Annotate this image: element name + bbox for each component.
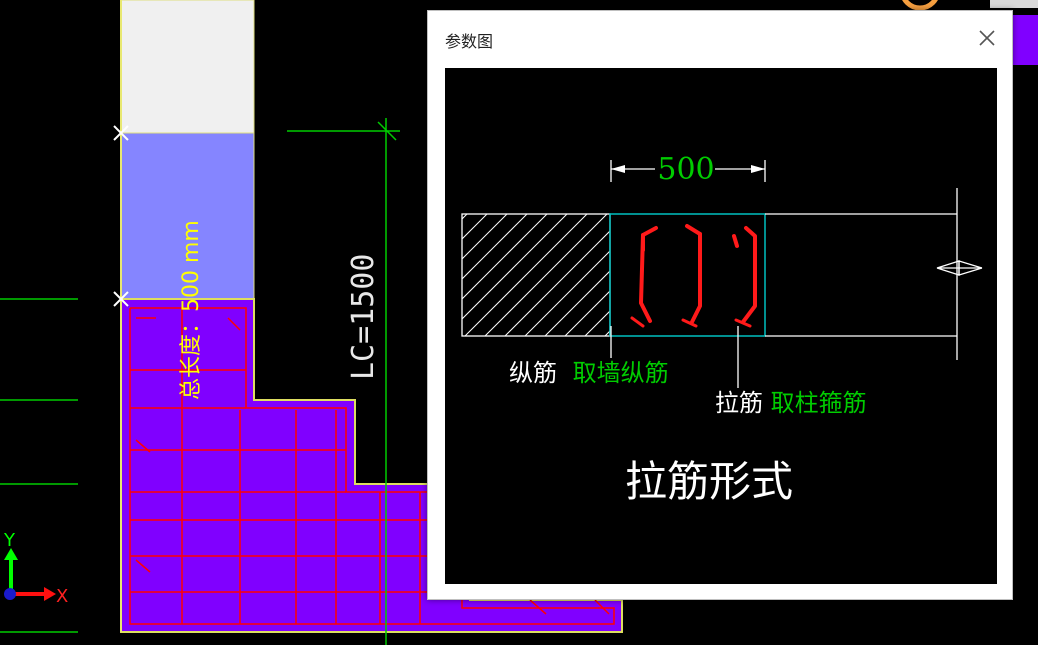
axis-y-label: Y	[3, 530, 16, 551]
tie-label: 拉筋 取柱箍筋	[715, 389, 867, 417]
axis-x-label: X	[56, 586, 68, 607]
longitudinal-value-text: 取墙纵筋	[573, 359, 669, 387]
longitudinal-label: 纵筋 取墙纵筋	[509, 359, 669, 387]
tie-label-text: 拉筋	[715, 389, 763, 417]
longitudinal-label-text: 纵筋	[509, 359, 557, 387]
extension-break	[765, 188, 983, 360]
wall-hatch	[461, 213, 611, 337]
parameter-diagram: 500 纵筋 取墙纵筋 拉筋 取柱箍筋 拉筋形式	[445, 68, 997, 584]
background-toolbar-edge[interactable]	[1013, 15, 1038, 65]
tie-bars	[639, 224, 757, 324]
dimension-value: 500	[657, 152, 714, 187]
wall-segment-top[interactable]	[120, 0, 255, 134]
dialog-title: 参数图	[445, 32, 494, 51]
background-window-strip	[990, 0, 1038, 8]
axis-indicator	[4, 548, 56, 601]
orange-badge-icon[interactable]	[902, 0, 938, 11]
length-label: 总长度：500 mm	[179, 220, 204, 400]
tie-value-text: 取柱箍筋	[771, 389, 867, 417]
lc-label: LC=1500	[346, 254, 381, 380]
parameter-dialog: 参数图 500 纵筋 取墙纵筋 拉筋 取柱箍筋 拉筋形式	[427, 10, 1013, 600]
diagram-caption: 拉筋形式	[625, 457, 793, 506]
close-icon[interactable]	[972, 23, 1002, 53]
